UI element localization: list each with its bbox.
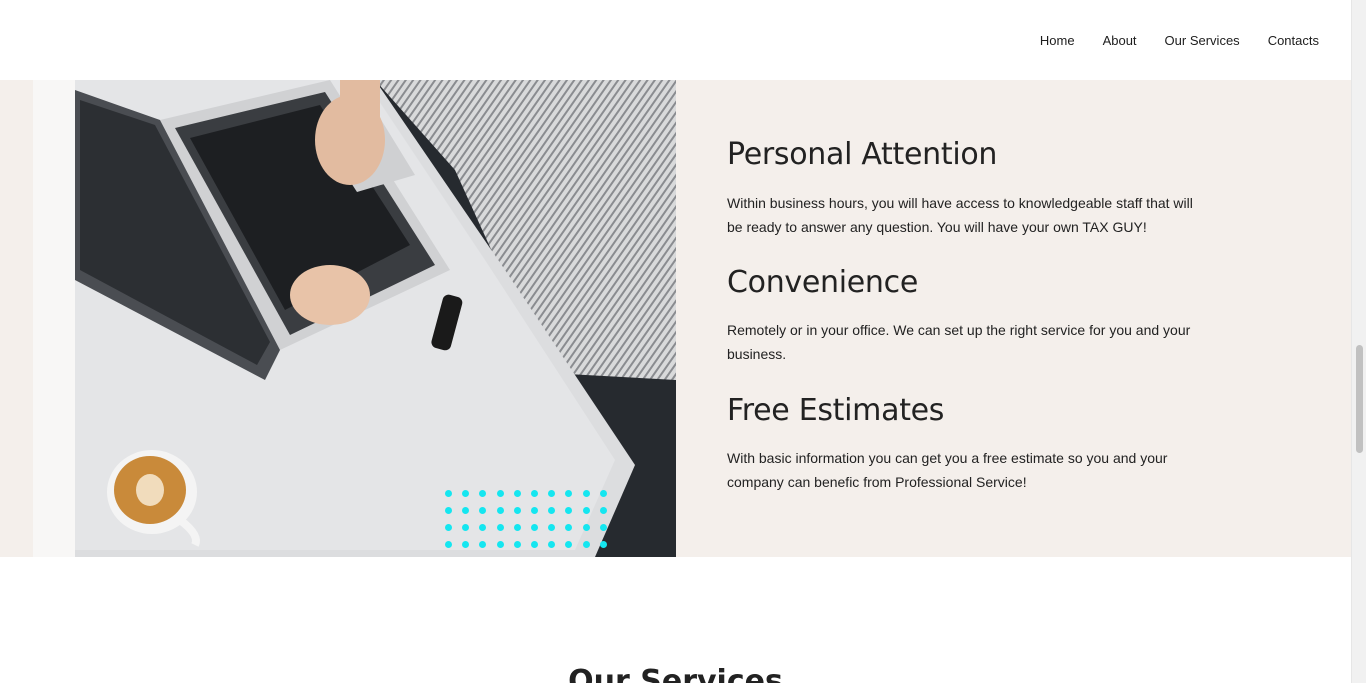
decorative-dot [530,541,538,548]
decorative-dot [496,507,504,514]
nav-contacts-link[interactable]: Contacts [1268,33,1319,48]
decorative-dot [548,507,556,514]
page-scrollbar[interactable] [1351,0,1366,683]
decorative-dot [496,524,504,531]
decorative-dot [462,541,470,548]
decorative-dot [599,490,607,497]
decorative-dot [445,541,452,548]
decorative-dot [548,524,556,531]
decorative-dot [513,490,521,497]
decorative-dot [462,490,470,497]
decorative-dot [599,524,607,531]
decorative-dot [462,507,470,514]
decorative-dot [445,507,452,514]
decorative-dot [462,524,470,531]
nav-our-services-link[interactable]: Our Services [1165,33,1240,48]
decorative-dot [548,490,556,497]
decorative-dot [565,507,573,514]
decorative-dot [599,507,607,514]
decorative-dot [513,507,521,514]
decorative-dot [582,490,590,497]
feature-text-convenience: Remotely or in your office. We can set u… [727,322,1191,362]
decorative-dot [530,507,538,514]
decorative-dot [565,541,573,548]
decorative-dot [565,524,573,531]
nav-home-link[interactable]: Home [1040,33,1075,48]
decorative-dot [599,541,607,548]
decorative-dot [582,524,590,531]
decorative-strip [33,80,75,557]
decorative-dot [479,490,487,497]
decorative-dot [445,524,452,531]
decorative-dot [530,524,538,531]
features-section: Personal Attention Within business hours… [0,80,1351,557]
feature-title-convenience: Convenience [727,265,918,300]
decorative-dot [548,541,556,548]
our-services-heading: Our Services [568,664,783,683]
feature-title-free-estimates: Free Estimates [727,393,945,428]
decorative-dot [496,490,504,497]
decorative-dot [565,490,573,497]
site-header: Home About Our Services Contacts [0,0,1351,80]
decorative-dot [479,507,487,514]
scrollbar-thumb[interactable] [1356,345,1363,453]
feature-text-personal-attention: Within business hours, you will have acc… [727,195,1193,235]
decorative-dot [513,541,521,548]
laptop-photo [75,80,676,557]
decorative-dot [445,490,452,497]
feature-title-personal-attention: Personal Attention [727,137,998,172]
decorative-dot [479,524,487,531]
main-nav: Home About Our Services Contacts [1040,0,1319,80]
nav-about-link[interactable]: About [1103,33,1137,48]
feature-text-free-estimates: With basic information you can get you a… [727,450,1168,490]
decorative-dot [479,541,487,548]
decorative-dot [496,541,504,548]
decorative-dot [530,490,538,497]
decorative-dot-grid [445,490,608,549]
decorative-dot [582,541,590,548]
decorative-dot [513,524,521,531]
decorative-dot [582,507,590,514]
